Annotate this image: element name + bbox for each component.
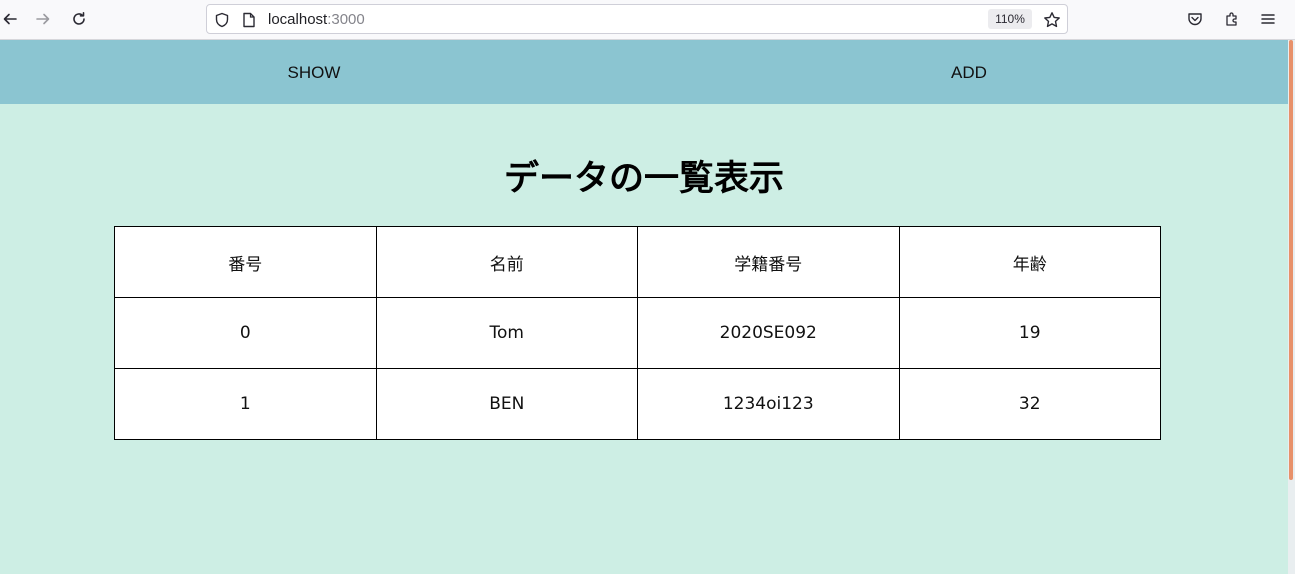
cell-name: Tom xyxy=(375,297,638,369)
header-age: 年齢 xyxy=(898,226,1161,298)
add-nav-link[interactable]: ADD xyxy=(650,40,1288,104)
page-icon[interactable] xyxy=(240,11,258,29)
table-row: 0 Tom 2020SE092 19 xyxy=(114,297,1161,369)
header-number: 番号 xyxy=(114,226,377,298)
cell-number: 0 xyxy=(114,297,377,369)
table-header-row: 番号 名前 学籍番号 年齢 xyxy=(114,226,1161,298)
cell-age: 19 xyxy=(898,297,1161,369)
browser-toolbar: localhost:3000 110% xyxy=(0,0,1295,40)
page-title: データの一覧表示 xyxy=(503,159,784,199)
extensions-icon[interactable] xyxy=(1222,9,1242,29)
forward-arrow-icon[interactable] xyxy=(33,9,53,29)
star-icon[interactable] xyxy=(1043,11,1061,29)
top-navigation: SHOW ADD xyxy=(0,40,1288,104)
cell-age: 32 xyxy=(898,368,1161,440)
url-bar[interactable]: localhost:3000 110% xyxy=(206,4,1068,34)
cell-name: BEN xyxy=(375,368,638,440)
show-nav-link[interactable]: SHOW xyxy=(0,40,628,104)
url-text[interactable]: localhost:3000 xyxy=(268,11,365,28)
url-host: localhost xyxy=(268,11,328,28)
data-table: 番号 名前 学籍番号 年齢 0 Tom 2020SE092 19 1 BEN 1… xyxy=(114,226,1161,440)
header-name: 名前 xyxy=(375,226,638,298)
table-row: 1 BEN 1234oi123 32 xyxy=(114,368,1161,440)
zoom-level-badge[interactable]: 110% xyxy=(988,9,1032,29)
header-student-id: 学籍番号 xyxy=(637,226,900,298)
pocket-icon[interactable] xyxy=(1185,9,1205,29)
cell-student-id: 2020SE092 xyxy=(637,297,900,369)
reload-icon[interactable] xyxy=(69,9,89,29)
cell-student-id: 1234oi123 xyxy=(637,368,900,440)
shield-icon[interactable] xyxy=(213,11,231,29)
url-port: :3000 xyxy=(327,11,365,28)
back-arrow-icon[interactable] xyxy=(0,9,20,29)
hamburger-menu-icon[interactable] xyxy=(1258,9,1278,29)
cell-number: 1 xyxy=(114,368,377,440)
scrollbar-thumb[interactable] xyxy=(1289,40,1293,480)
